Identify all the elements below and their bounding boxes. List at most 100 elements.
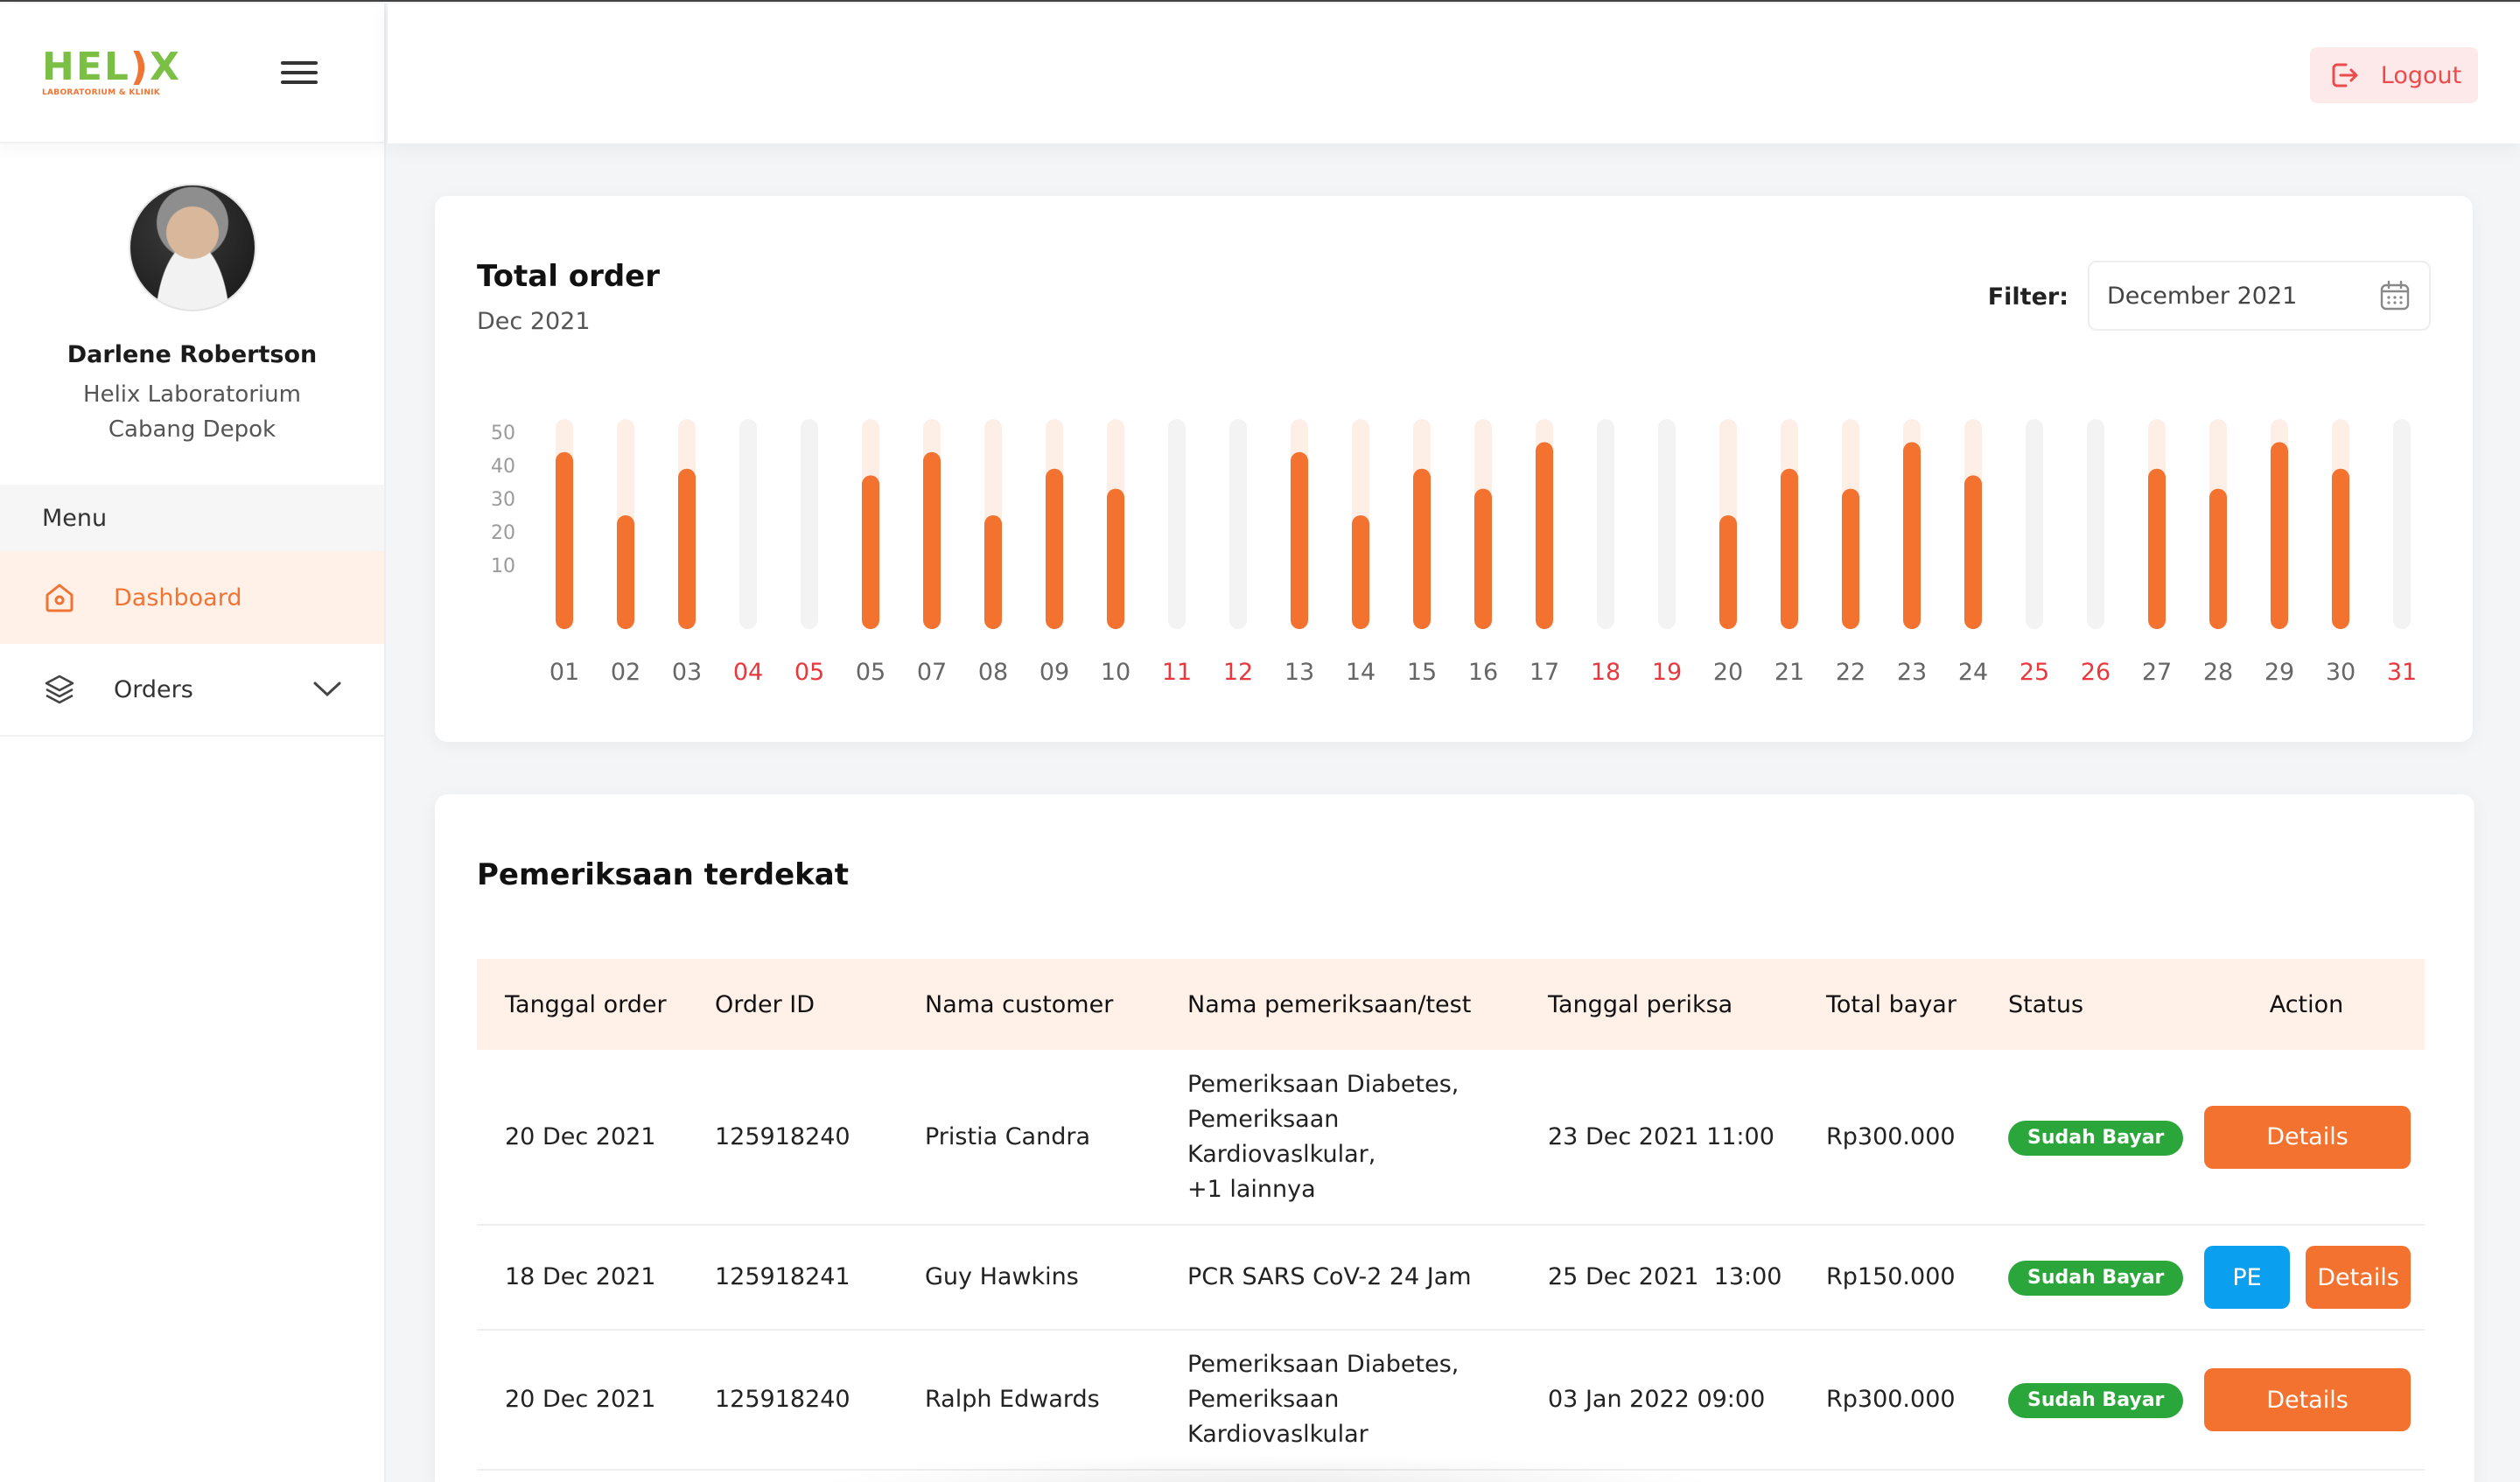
bar	[1107, 488, 1124, 629]
chart-subtitle: Dec 2021	[477, 308, 591, 335]
x-tick-label: 29	[2264, 659, 2294, 686]
upcoming-exams-card: Pemeriksaan terdekat Tanggal order Order…	[435, 794, 2474, 1482]
bar	[923, 451, 941, 629]
table-row[interactable]: 18 Dec 2021 125918241 Guy Hawkins PCR SA…	[477, 1225, 2425, 1330]
sidebar-item-orders[interactable]: Orders	[0, 644, 384, 737]
x-tick-label: 21	[1774, 659, 1804, 686]
order-bar-chart: 50 40 30 20 10 01 02 03 04 05 05 07 08 09 10 11 12 13 14 15…	[491, 419, 2417, 686]
logout-button[interactable]: Logout	[2310, 47, 2478, 103]
menu-title: Menu	[0, 485, 384, 551]
logout-label: Logout	[2380, 61, 2462, 89]
x-tick-label: 30	[2326, 659, 2356, 686]
test-cell: Pemeriksaan Diabetes, Pemeriksaan Kardio…	[1159, 1330, 1520, 1470]
x-tick-label: 05	[794, 659, 824, 686]
details-button[interactable]: Details	[2204, 1368, 2411, 1431]
header-order-date[interactable]: Tanggal order	[477, 959, 687, 1050]
action-cell: Details	[2188, 1330, 2425, 1470]
month-filter-value: December 2021	[2107, 282, 2298, 310]
bar-track	[1229, 419, 1247, 629]
order-id-cell: 125918240	[715, 1122, 850, 1150]
x-tick-label: 11	[1162, 659, 1192, 686]
bar-track	[739, 419, 757, 629]
home-icon	[46, 584, 74, 612]
sidebar: HEL)X LABORATORIUM & KLINIK Darlene Robe…	[0, 3, 386, 1482]
header-customer[interactable]: Nama customer	[897, 959, 1159, 1050]
bar	[1046, 468, 1063, 629]
test-line: PCR SARS CoV-2 24 Jam	[1187, 1263, 1472, 1290]
bar-track	[1658, 419, 1676, 629]
details-button[interactable]: Details	[2306, 1246, 2411, 1309]
month-filter-input[interactable]: December 2021	[2088, 261, 2431, 331]
orders-table: Tanggal order Order ID Nama customer Nam…	[477, 959, 2425, 1471]
status-badge: Sudah Bayar	[2008, 1261, 2184, 1296]
header-order-id[interactable]: Order ID	[687, 959, 897, 1050]
sidebar-item-label: Dashboard	[114, 584, 242, 612]
action-cell: Details	[2188, 1050, 2425, 1225]
bar	[1719, 515, 1737, 629]
bar	[1842, 488, 1859, 629]
y-tick-label: 50	[491, 423, 515, 444]
order-date-cell: 18 Dec 2021	[505, 1263, 656, 1290]
profile-branch: Cabang Depok	[108, 416, 276, 443]
x-tick-label: 27	[2142, 659, 2172, 686]
y-tick-label: 10	[491, 556, 515, 577]
x-tick-label: 01	[550, 659, 579, 686]
scroll-shadow	[805, 1454, 1732, 1482]
bar-track	[801, 419, 818, 629]
y-tick-label: 40	[491, 456, 515, 478]
helix-logo[interactable]: HEL)X LABORATORIUM & KLINIK	[42, 48, 181, 98]
logo-subtitle: LABORATORIUM & KLINIK	[42, 88, 161, 97]
status-badge: Sudah Bayar	[2008, 1120, 2184, 1156]
test-line: Pemeriksaan Kardiovaslkular	[1187, 1386, 1368, 1448]
header-test[interactable]: Nama pemeriksaan/test	[1159, 959, 1520, 1050]
pe-button[interactable]: PE	[2204, 1246, 2290, 1309]
x-tick-label: 18	[1591, 659, 1620, 686]
header-action: Action	[2269, 990, 2344, 1018]
chart-title: Total order	[477, 259, 661, 294]
details-button[interactable]: Details	[2204, 1105, 2411, 1169]
header-exam-date[interactable]: Tanggal periksa	[1520, 959, 1798, 1050]
avatar	[128, 184, 256, 311]
bar	[2148, 468, 2166, 629]
bar-track	[2393, 419, 2411, 629]
x-tick-label: 07	[917, 659, 947, 686]
profile-org: Helix Laboratorium	[83, 381, 301, 408]
x-tick-label: 19	[1652, 659, 1682, 686]
chevron-down-icon[interactable]	[312, 680, 342, 699]
exam-date-cell: 25 Dec 2021 13:00	[1548, 1263, 1782, 1290]
bar	[1964, 475, 1982, 629]
order-id-cell: 125918240	[715, 1386, 850, 1413]
bar	[2271, 442, 2288, 629]
test-line: +1 lainnya	[1187, 1175, 1316, 1203]
status-badge: Sudah Bayar	[2008, 1383, 2184, 1418]
table-row[interactable]: 20 Dec 2021 125918240 Pristia Candra Pem…	[477, 1050, 2425, 1225]
order-id-cell: 125918241	[715, 1263, 850, 1290]
bar	[678, 468, 696, 629]
user-profile: Darlene Robertson Helix Laboratorium Cab…	[0, 143, 384, 485]
profile-name: Darlene Robertson	[66, 341, 318, 368]
status-cell: Sudah Bayar	[1980, 1225, 2188, 1330]
bar	[2209, 488, 2227, 629]
exam-date-cell: 03 Jan 2022 09:00	[1548, 1386, 1766, 1413]
x-tick-label: 22	[1836, 659, 1866, 686]
calendar-icon[interactable]	[2378, 279, 2412, 312]
bar	[617, 515, 634, 629]
order-date-cell: 20 Dec 2021	[505, 1122, 656, 1150]
table-title: Pemeriksaan terdekat	[477, 857, 849, 892]
bar	[1291, 451, 1308, 629]
total-cell: Rp150.000	[1826, 1263, 1956, 1290]
bar	[2332, 468, 2349, 629]
x-tick-label: 26	[2081, 659, 2110, 686]
table-row[interactable]: 20 Dec 2021 125918240 Ralph Edwards Peme…	[477, 1330, 2425, 1470]
bar-track	[1168, 419, 1186, 629]
total-cell: Rp300.000	[1826, 1386, 1956, 1413]
header-status[interactable]: Status	[1980, 959, 2188, 1050]
x-tick-label: 20	[1713, 659, 1743, 686]
bar-track	[1597, 419, 1614, 629]
bar-track	[2087, 419, 2104, 629]
sidebar-item-dashboard[interactable]: Dashboard	[0, 551, 384, 644]
header-total[interactable]: Total bayar	[1798, 959, 1980, 1050]
x-tick-label: 02	[611, 659, 640, 686]
bar	[1781, 468, 1798, 629]
hamburger-menu-icon[interactable]	[281, 61, 318, 84]
